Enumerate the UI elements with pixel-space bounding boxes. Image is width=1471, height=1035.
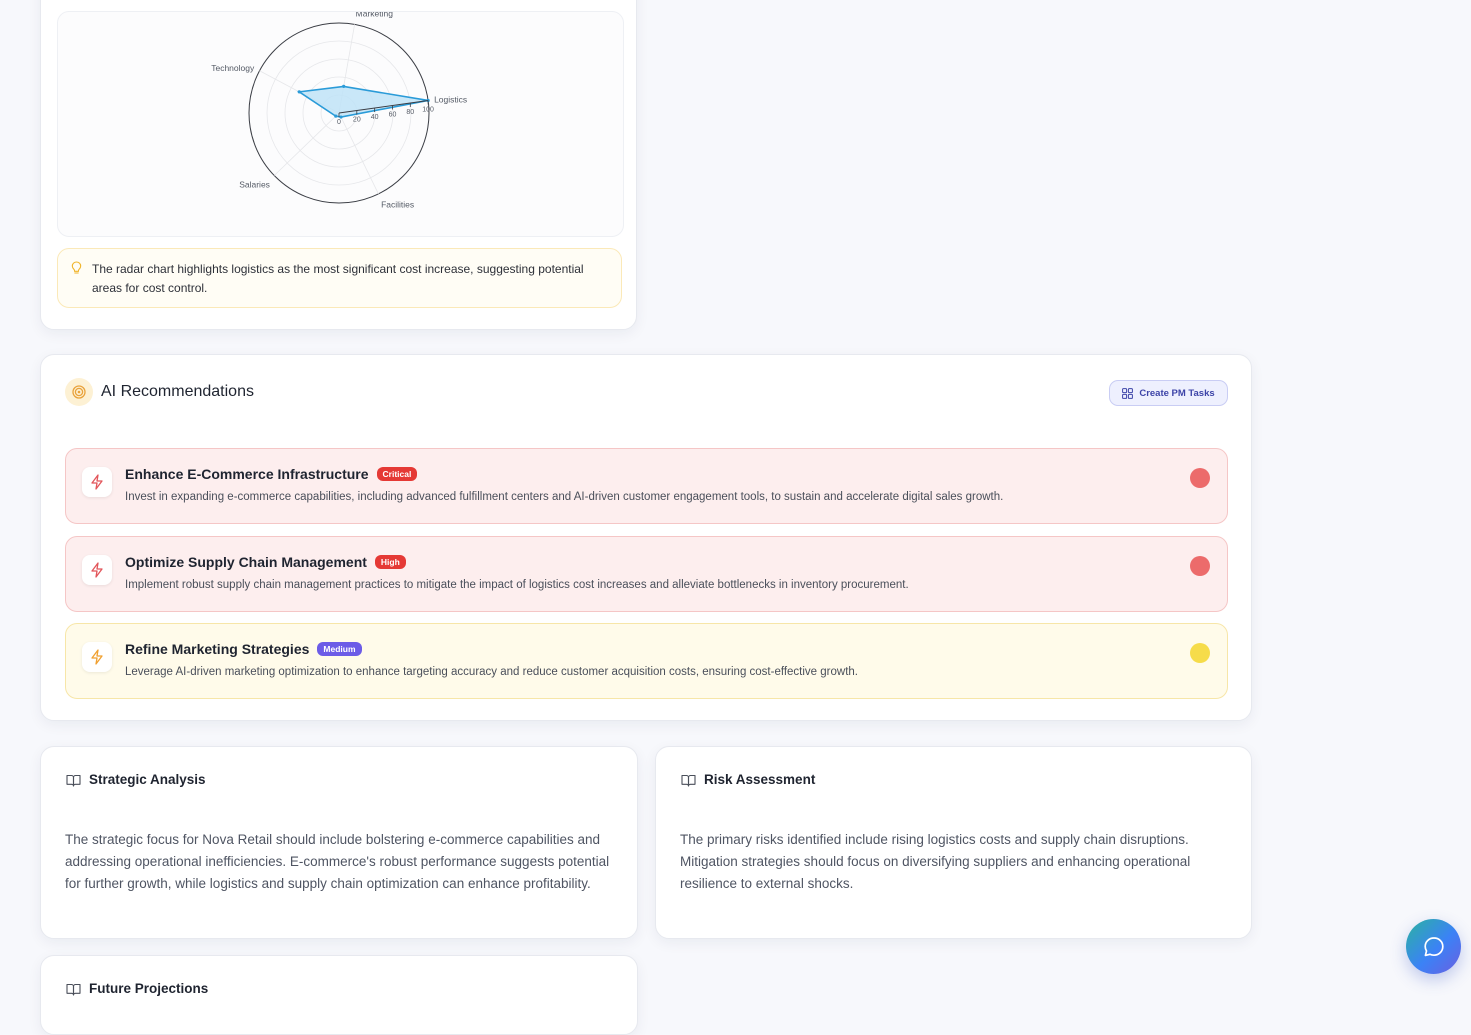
recommendation-description: Leverage AI-driven marketing optimizatio… (125, 666, 858, 678)
recommendation-description: Invest in expanding e-commerce capabilit… (125, 491, 1004, 503)
recommendation-title-row: Optimize Supply Chain Management High (125, 554, 406, 570)
bolt-icon (82, 555, 112, 585)
radar-chart-container: Marketing Logistics Facilities Salaries Tech… (57, 11, 624, 237)
create-pm-tasks-label: Create PM Tasks (1139, 387, 1215, 399)
recommendation-title-row: Refine Marketing Strategies Medium (125, 641, 362, 657)
recommendation-item[interactable]: Refine Marketing Strategies Medium Levera… (65, 623, 1228, 699)
target-icon (65, 378, 93, 406)
radar-tick-label: 0 (337, 119, 341, 126)
radar-tick-label: 60 (389, 111, 397, 118)
priority-badge: High (374, 555, 406, 569)
radar-point (342, 84, 346, 89)
radar-chart: Marketing Logistics Facilities Salaries Tech… (211, 12, 467, 209)
recommendation-title: Enhance E-Commerce Infrastructure (125, 466, 369, 482)
recommendation-item[interactable]: Enhance E-Commerce Infrastructure Critica… (65, 448, 1228, 524)
future-projections-title: Future Projections (89, 981, 209, 996)
lightbulb-icon (71, 261, 82, 274)
radar-tick-label: 80 (406, 109, 414, 116)
cost-radar-card: Marketing Logistics Facilities Salaries Tech… (40, 0, 637, 330)
recommendation-item[interactable]: Optimize Supply Chain Management High Imp… (65, 536, 1228, 612)
recommendation-title-row: Enhance E-Commerce Infrastructure Critica… (125, 466, 418, 482)
priority-badge: Critical (376, 467, 418, 481)
priority-dot (1190, 468, 1210, 488)
chat-button[interactable] (1406, 919, 1461, 974)
book-icon (681, 774, 696, 787)
radar-tick-label: 40 (371, 114, 379, 121)
radar-category-label: Marketing (356, 12, 394, 18)
priority-dot (1190, 556, 1210, 576)
priority-badge: Medium (317, 642, 362, 656)
chat-bubble-icon (1423, 936, 1444, 956)
strategic-analysis-card: Strategic Analysis The strategic focus f… (40, 746, 638, 939)
radar-tick-label: 100 (422, 106, 434, 113)
insight-text: The radar chart highlights logistics as … (92, 262, 584, 295)
strategic-analysis-body: The strategic focus for Nova Retail shou… (65, 832, 610, 891)
radar-category-label: Salaries (239, 180, 270, 190)
recommendation-title: Refine Marketing Strategies (125, 641, 310, 657)
radar-category-label: Logistics (434, 95, 467, 105)
radar-point (334, 114, 338, 118)
ai-recommendations-card: AI Recommendations Create PM Tasks Enhan… (40, 354, 1252, 721)
book-icon (66, 774, 81, 787)
create-pm-tasks-button[interactable]: Create PM Tasks (1109, 380, 1228, 406)
strategic-analysis-title: Strategic Analysis (89, 772, 206, 787)
book-icon (66, 983, 81, 996)
risk-assessment-card: Risk Assessment The primary risks identi… (655, 746, 1252, 939)
chart-insight: The radar chart highlights logistics as … (57, 248, 622, 308)
recommendation-title: Optimize Supply Chain Management (125, 554, 367, 570)
grid-icon (1122, 387, 1134, 399)
radar-tick-label: 20 (353, 116, 361, 123)
risk-assessment-body: The primary risks identified include ris… (680, 832, 1191, 891)
future-projections-card: Future Projections (40, 955, 638, 1035)
radar-category-label: Facilities (381, 199, 414, 209)
recommendations-title: AI Recommendations (101, 383, 254, 400)
recommendation-description: Implement robust supply chain management… (125, 579, 909, 591)
risk-assessment-title: Risk Assessment (704, 772, 816, 787)
bolt-icon (82, 642, 112, 672)
bolt-icon (82, 467, 112, 497)
radar-category-label: Technology (211, 63, 255, 73)
priority-dot (1190, 643, 1210, 663)
radar-point (297, 90, 301, 94)
